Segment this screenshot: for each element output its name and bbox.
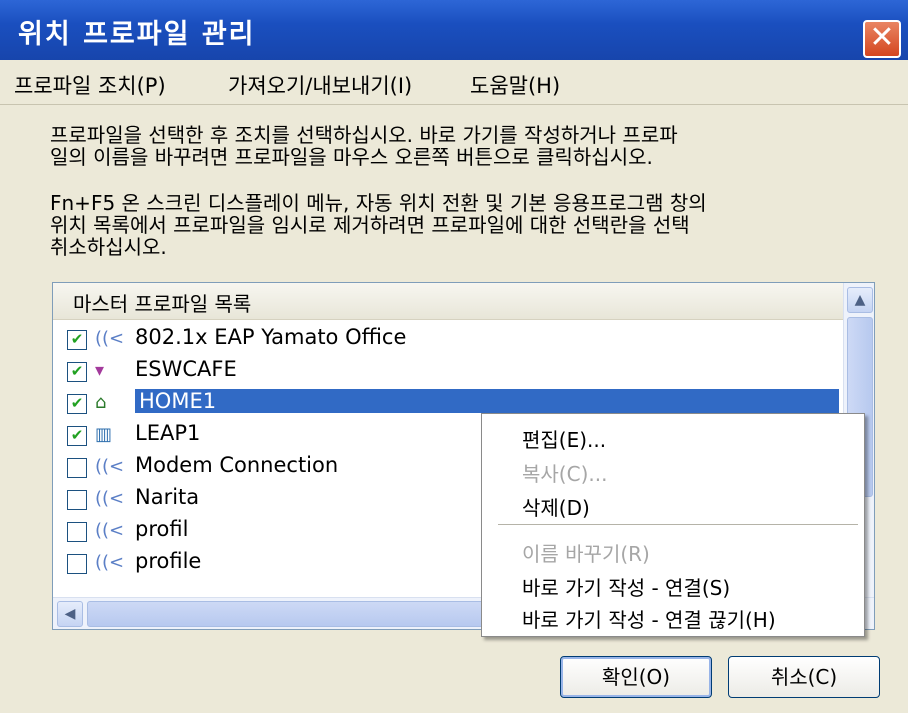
menu-help[interactable]: 도움말(H) — [470, 70, 560, 100]
menu-bar: 프로파일 조치(P) 가져오기/내보내기(I) 도움말(H) — [0, 62, 908, 105]
menu-separator — [498, 524, 858, 525]
profile-checkbox[interactable] — [67, 490, 87, 510]
menu-item-delete[interactable]: 삭제(D) — [522, 492, 590, 521]
wireless-icon: ((< — [95, 488, 125, 509]
profile-checkbox[interactable] — [67, 522, 87, 542]
menu-item-shortcut-connect[interactable]: 바로 가기 작성 - 연결(S) — [522, 572, 730, 601]
profile-checkbox[interactable]: ✔ — [67, 394, 87, 414]
location-profile-dialog: 위치 프로파일 관리 ✕ 프로파일 조치(P) 가져오기/내보내기(I) 도움말… — [0, 0, 908, 713]
profile-label-selected: HOME1 — [135, 389, 839, 413]
home-icon: ⌂ — [95, 392, 107, 413]
profile-checkbox[interactable]: ✔ — [67, 426, 87, 446]
menu-item-shortcut-disconnect[interactable]: 바로 가기 작성 - 연결 끊기(H) — [522, 604, 776, 633]
wireless-icon: ((< — [95, 552, 125, 573]
ok-button[interactable]: 확인(O) — [560, 656, 712, 698]
profile-label: LEAP1 — [135, 421, 201, 445]
list-item[interactable]: ✔ ((< 802.1x EAP Yamato Office — [53, 323, 843, 355]
wireless-icon: ((< — [95, 328, 125, 349]
profile-label: Modem Connection — [135, 453, 339, 477]
menu-item-copy: 복사(C)... — [522, 462, 608, 486]
menu-import-export[interactable]: 가져오기/내보내기(I) — [228, 70, 412, 100]
profile-label: ESWCAFE — [135, 357, 237, 381]
profile-checkbox[interactable] — [67, 554, 87, 574]
wireless-icon: ((< — [95, 520, 125, 541]
cancel-button[interactable]: 취소(C) — [728, 656, 880, 698]
context-menu: 편집(E)... 복사(C)... 삭제(D) 이름 바꾸기(R) 바로 가기 … — [481, 413, 865, 637]
profile-label: 802.1x EAP Yamato Office — [135, 325, 407, 349]
window-title: 위치 프로파일 관리 — [18, 19, 256, 50]
profile-label: Narita — [135, 485, 200, 509]
menu-item-rename: 이름 바꾸기(R) — [522, 542, 650, 566]
list-item[interactable]: ✔ ▾ ESWCAFE — [53, 355, 843, 387]
wireless-icon: ((< — [95, 456, 125, 477]
cup-icon: ▾ — [95, 360, 105, 381]
close-button[interactable]: ✕ — [863, 20, 901, 58]
scroll-left-icon[interactable]: ◀ — [57, 601, 83, 627]
instruction-text-1: 프로파일을 선택한 후 조치를 선택하십시오. 바로 가기를 작성하거나 프로파… — [50, 123, 678, 169]
scroll-up-icon[interactable]: ▲ — [847, 287, 873, 313]
profile-checkbox[interactable]: ✔ — [67, 362, 87, 382]
menu-profile-actions[interactable]: 프로파일 조치(P) — [14, 70, 166, 100]
instruction-text-2: Fn+F5 온 스크린 디스플레이 메뉴, 자동 위치 전환 및 기본 응용프로… — [50, 191, 707, 259]
menu-item-edit[interactable]: 편집(E)... — [522, 424, 606, 453]
title-bar[interactable]: 위치 프로파일 관리 ✕ — [0, 0, 908, 60]
profile-label: profil — [135, 517, 189, 541]
profile-checkbox[interactable] — [67, 458, 87, 478]
building-icon: ▥ — [95, 424, 113, 445]
list-header: 마스터 프로파일 목록 — [53, 283, 843, 320]
profile-label: profile — [135, 549, 202, 573]
profile-checkbox[interactable]: ✔ — [67, 330, 87, 350]
list-header-label: 마스터 프로파일 목록 — [73, 292, 252, 316]
